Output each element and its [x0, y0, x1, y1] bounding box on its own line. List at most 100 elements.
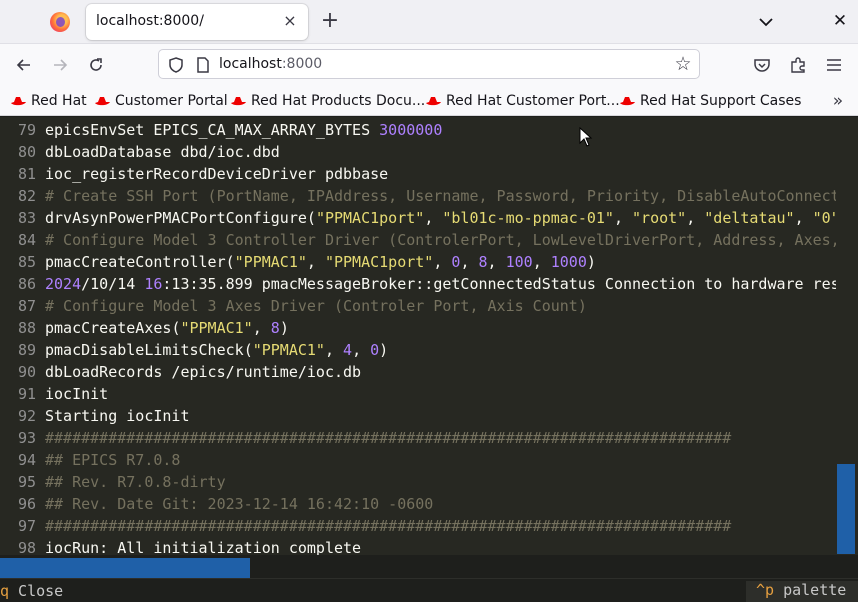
close-label: Close: [9, 582, 64, 600]
new-tab-button[interactable]: +: [318, 9, 342, 33]
line-number: 85: [17, 253, 36, 271]
code-token: iocRun: All initialization complete: [45, 539, 362, 555]
code-token: pmacDisableLimitsCheck: [45, 341, 244, 359]
tab-strip: localhost:8000/ × + ✕: [0, 0, 858, 44]
url-text[interactable]: localhost:8000: [219, 56, 322, 72]
palette-shortcut[interactable]: ^p palette: [746, 581, 858, 602]
close-shortcut[interactable]: q Close: [0, 582, 63, 602]
code-token: ########################################…: [45, 429, 732, 447]
code-token: :13:35.899 pmacMessageBroker::getConnect…: [162, 275, 840, 293]
terminal-line: 95 ## Rev. R7.0.8-dirty: [0, 471, 226, 493]
code-token: ,: [532, 253, 551, 271]
code-token: ): [379, 341, 389, 359]
terminal-line: 91 iocInit: [0, 383, 108, 405]
line-text: ## EPICS R7.0.8: [45, 451, 180, 469]
code-token: iocInit: [45, 385, 109, 403]
code-token: ,: [460, 253, 479, 271]
code-token: (: [306, 209, 316, 227]
palette-key: ^p: [756, 581, 775, 599]
terminal-line: 85 pmacCreateController("PPMAC1", "PPMAC1…: [0, 251, 596, 273]
terminal-line: 89 pmacDisableLimitsCheck("PPMAC1", 4, 0): [0, 339, 388, 361]
code-token: ,: [487, 253, 506, 271]
terminal-line: 94 ## EPICS R7.0.8: [0, 449, 181, 471]
bookmark-label: Red Hat: [31, 93, 87, 109]
hamburger-menu-icon[interactable]: [820, 52, 848, 78]
bookmark-label: Red Hat Customer Port...: [446, 93, 620, 109]
terminal-line: 90 dbLoadRecords /epics/runtime/ioc.db: [0, 361, 361, 383]
code-token: # Configure Model 3 Controller Driver (C…: [45, 231, 840, 249]
code-token: ioc_registerRecordDeviceDriver pdbbase: [45, 165, 389, 183]
code-token: 4: [343, 341, 353, 359]
extensions-icon[interactable]: [784, 52, 812, 78]
bookmark-red-hat[interactable]: Red Hat: [10, 91, 87, 111]
redhat-icon: [11, 97, 26, 106]
mouse-cursor-icon: [579, 127, 593, 147]
code-token: ,: [324, 341, 344, 359]
code-token: ,: [433, 253, 452, 271]
url-port: :8000: [281, 56, 323, 72]
code-token: drvAsynPowerPMACPortConfigure: [45, 209, 307, 227]
line-text: dbLoadDatabase dbd/ioc.dbd: [45, 143, 280, 161]
tab-localhost[interactable]: localhost:8000/ ×: [86, 4, 308, 40]
code-token: # Create SSH Port (PortName, IPAddress, …: [45, 187, 840, 205]
line-text: # Configure Model 3 Controller Driver (C…: [45, 231, 840, 249]
redhat-icon: [95, 97, 110, 106]
code-token: /10/14: [81, 275, 145, 293]
url-host: localhost: [219, 56, 282, 72]
code-token: "deltatau": [704, 209, 795, 227]
line-text: pmacDisableLimitsCheck("PPMAC1", 4, 0): [45, 341, 388, 359]
back-arrow-icon[interactable]: [10, 52, 38, 78]
line-number: 90: [17, 363, 36, 381]
page-icon[interactable]: [195, 56, 211, 74]
bookmark-label: Red Hat Support Cases: [640, 93, 802, 109]
line-text: dbLoadRecords /epics/runtime/ioc.db: [45, 363, 361, 381]
line-text: iocInit: [45, 385, 108, 403]
shield-icon[interactable]: [167, 56, 185, 74]
firefox-logo-icon[interactable]: [50, 12, 70, 32]
bookmark-star-icon[interactable]: ☆: [673, 54, 693, 74]
code-token: 16: [144, 275, 163, 293]
bookmark-products-docs[interactable]: Red Hat Products Docu...: [230, 91, 425, 111]
forward-arrow-icon[interactable]: [46, 52, 74, 78]
line-text: 2024/10/14 16:13:35.899 pmacMessageBroke…: [45, 275, 840, 293]
window-close-icon[interactable]: ✕: [830, 10, 850, 32]
code-token: 2024: [45, 275, 82, 293]
horizontal-scroll-thumb[interactable]: [0, 558, 250, 578]
vertical-scroll-thumb[interactable]: [837, 464, 855, 554]
terminal-line: 96 ## Rev. Date Git: 2023-12-14 16:42:10 …: [0, 493, 433, 515]
code-token: ## Rev. Date Git: 2023-12-14 16:42:10 -0…: [45, 495, 434, 513]
code-token: epicsEnvSet EPICS_CA_MAX_ARRAY_BYTES: [45, 121, 380, 139]
line-number: 89: [17, 341, 36, 359]
line-text: drvAsynPowerPMACPortConfigure("PPMAC1por…: [45, 209, 840, 227]
code-token: ## EPICS R7.0.8: [45, 451, 181, 469]
tab-close-icon[interactable]: ×: [280, 11, 300, 31]
bookmark-customer-port[interactable]: Red Hat Customer Port...: [425, 91, 620, 111]
terminal-line: 93 ######################################…: [0, 427, 731, 449]
code-token: Starting iocInit: [45, 407, 190, 425]
line-number: 94: [17, 451, 36, 469]
code-token: ,: [352, 341, 371, 359]
address-bar[interactable]: localhost:8000 ☆: [158, 49, 700, 79]
reload-icon[interactable]: [82, 52, 110, 78]
code-token: ########################################…: [45, 517, 732, 535]
redhat-icon: [231, 97, 246, 106]
code-token: # Configure Model 3 Axes Driver (Control…: [45, 297, 587, 315]
line-number: 97: [17, 517, 36, 535]
terminal-output[interactable]: 98 iocRun: All initialization complete 97 #…: [0, 117, 858, 555]
bookmark-support-cases[interactable]: Red Hat Support Cases: [619, 91, 801, 111]
bookmark-customer-portal[interactable]: Customer Portal: [94, 91, 228, 111]
code-token: "PPMAC1port": [315, 209, 425, 227]
terminal-line: 98 iocRun: All initialization complete: [0, 537, 361, 555]
line-text: Starting iocInit: [45, 407, 190, 425]
code-token: 8: [270, 319, 280, 337]
bookmark-label: Customer Portal: [115, 93, 228, 109]
code-token: ,: [613, 209, 633, 227]
pocket-icon[interactable]: [748, 52, 776, 78]
code-token: "PPMAC1port": [324, 253, 434, 271]
line-number: 87: [17, 297, 36, 315]
line-text: pmacCreateController("PPMAC1", "PPMAC1po…: [45, 253, 596, 271]
code-token: ): [279, 319, 289, 337]
bookmarks-overflow-icon[interactable]: »: [826, 90, 850, 112]
chevron-down-icon[interactable]: [756, 12, 776, 32]
line-number: 79: [17, 121, 36, 139]
